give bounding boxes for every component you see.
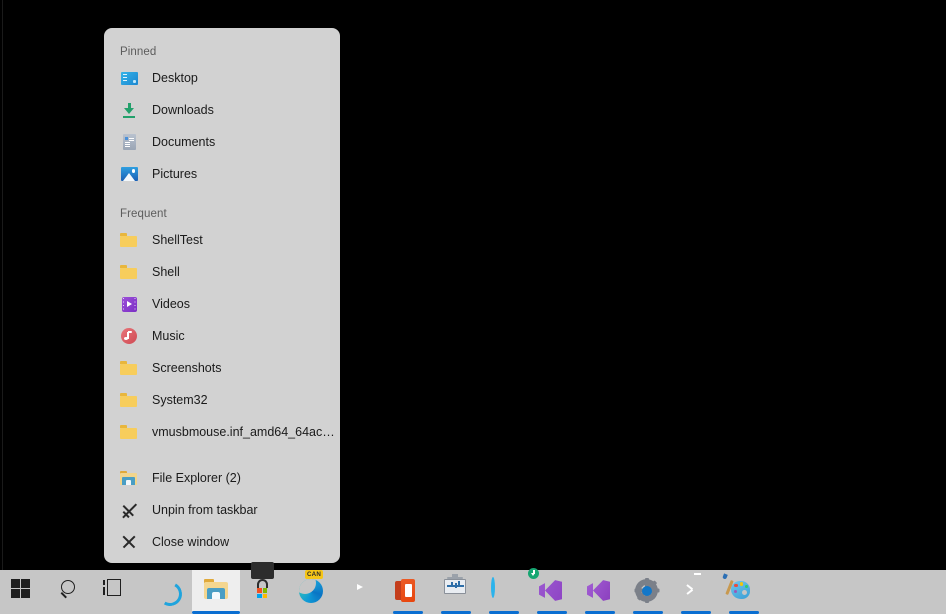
- jumplist-item-pictures[interactable]: Pictures: [104, 158, 340, 190]
- taskbar: CAN: [0, 570, 946, 614]
- folder-icon: [120, 391, 138, 409]
- jumplist-action-close-window[interactable]: Close window: [104, 526, 340, 558]
- file-explorer-icon: [203, 579, 229, 605]
- taskbar-vscode[interactable]: [576, 570, 624, 614]
- jumplist-item-label: Desktop: [152, 71, 198, 85]
- taskbar-edge[interactable]: [144, 570, 192, 614]
- jumplist-item-label: ShellTest: [152, 233, 203, 247]
- taskbar-perfmon[interactable]: [432, 570, 480, 614]
- jumplist-item-videos[interactable]: Videos: [104, 288, 340, 320]
- jumplist-item-system32[interactable]: System32: [104, 384, 340, 416]
- desktop-icon: [120, 69, 138, 87]
- jumplist-item-desktop[interactable]: Desktop: [104, 62, 340, 94]
- jumplist-item-label: Videos: [152, 297, 190, 311]
- file-explorer-icon: [120, 469, 138, 487]
- gear-icon: [635, 579, 661, 605]
- taskbar-powershell[interactable]: [672, 570, 720, 614]
- actions-spacer: [104, 448, 340, 462]
- youtube-icon: [347, 579, 373, 605]
- unpin-icon: [120, 501, 138, 519]
- pictures-icon: [120, 165, 138, 183]
- jumplist-item-label: Screenshots: [152, 361, 221, 375]
- taskbar-settings[interactable]: [624, 570, 672, 614]
- file-explorer-jump-list: Pinned Desktop Downloads Documents Pictu…: [104, 28, 340, 563]
- edge-icon: [155, 579, 181, 605]
- desktop-edge-line: [2, 0, 3, 570]
- taskbar-microsoft-store[interactable]: [240, 570, 288, 614]
- edge-canary-icon: CAN: [299, 579, 325, 605]
- jumplist-action-open-file-explorer[interactable]: File Explorer (2): [104, 462, 340, 494]
- jumplist-item-music[interactable]: Music: [104, 320, 340, 352]
- folder-icon: [120, 231, 138, 249]
- music-icon: [120, 327, 138, 345]
- jumplist-item-vmusbmouse[interactable]: vmusbmouse.inf_amd64_64ac7a0a...: [104, 416, 340, 448]
- jumplist-item-label: Shell: [152, 265, 180, 279]
- windows-logo-icon: [11, 579, 37, 605]
- section-header-pinned: Pinned: [104, 42, 340, 62]
- taskbar-youtube[interactable]: [336, 570, 384, 614]
- jumplist-action-unpin-from-taskbar[interactable]: Unpin from taskbar: [104, 494, 340, 526]
- jumplist-action-label: Close window: [152, 535, 229, 549]
- jumplist-item-label: Pictures: [152, 167, 197, 181]
- section-header-frequent: Frequent: [104, 204, 340, 224]
- videos-icon: [120, 295, 138, 313]
- paint-icon: [731, 579, 757, 605]
- taskbar-cortana[interactable]: [480, 570, 528, 614]
- taskbar-vscode-insiders[interactable]: [528, 570, 576, 614]
- section-spacer: [104, 190, 340, 204]
- jumplist-item-shell[interactable]: Shell: [104, 256, 340, 288]
- search-icon: [59, 579, 85, 605]
- search-button[interactable]: [48, 570, 96, 614]
- office-icon: [395, 579, 421, 605]
- jumplist-item-label: System32: [152, 393, 208, 407]
- documents-icon: [120, 133, 138, 151]
- task-view-button[interactable]: [96, 570, 144, 614]
- taskbar-file-explorer[interactable]: [192, 570, 240, 614]
- jumplist-item-shelltest[interactable]: ShellTest: [104, 224, 340, 256]
- vscode-insiders-icon: [539, 579, 565, 605]
- taskbar-paint[interactable]: [720, 570, 768, 614]
- folder-icon: [120, 423, 138, 441]
- downloads-icon: [120, 101, 138, 119]
- taskbar-edge-canary[interactable]: CAN: [288, 570, 336, 614]
- powershell-icon: [683, 579, 709, 605]
- folder-icon: [120, 359, 138, 377]
- jumplist-action-label: File Explorer (2): [152, 471, 241, 485]
- performance-monitor-icon: [443, 579, 469, 605]
- store-icon: [251, 579, 277, 605]
- vscode-icon: [587, 579, 613, 605]
- task-view-icon: [107, 579, 133, 605]
- jumplist-item-label: Music: [152, 329, 185, 343]
- folder-icon: [120, 263, 138, 281]
- jumplist-item-downloads[interactable]: Downloads: [104, 94, 340, 126]
- jumplist-item-label: vmusbmouse.inf_amd64_64ac7a0a...: [152, 425, 338, 439]
- jumplist-item-screenshots[interactable]: Screenshots: [104, 352, 340, 384]
- taskbar-office[interactable]: [384, 570, 432, 614]
- jumplist-action-label: Unpin from taskbar: [152, 503, 258, 517]
- jumplist-item-label: Downloads: [152, 103, 214, 117]
- start-button[interactable]: [0, 570, 48, 614]
- jumplist-item-label: Documents: [152, 135, 215, 149]
- cortana-icon: [491, 579, 517, 605]
- close-icon: [120, 533, 138, 551]
- jumplist-item-documents[interactable]: Documents: [104, 126, 340, 158]
